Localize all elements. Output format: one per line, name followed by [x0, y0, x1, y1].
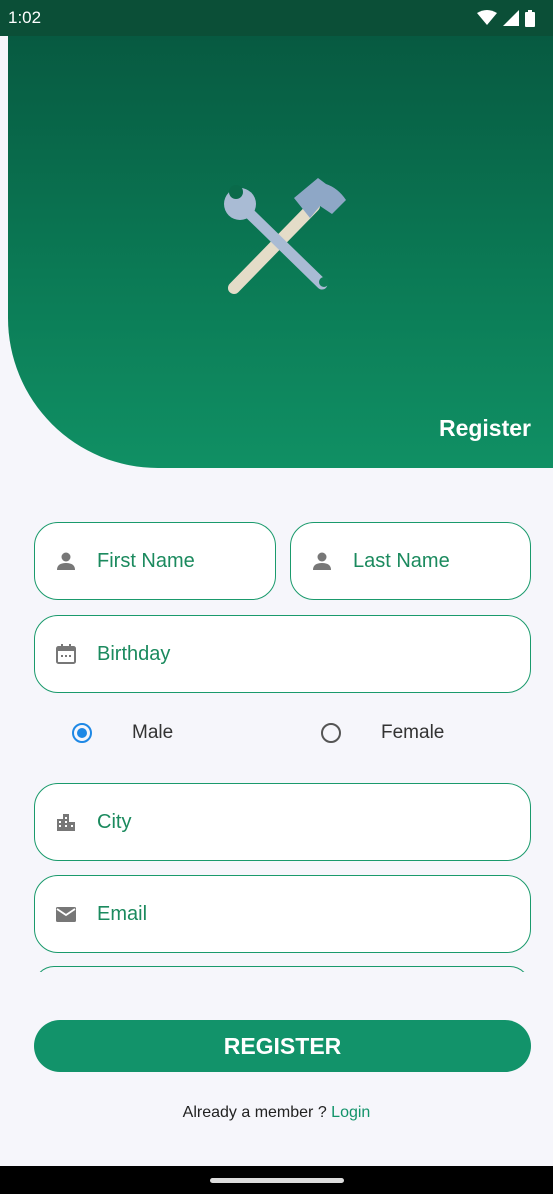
city-label: City: [97, 810, 132, 833]
mail-icon: [53, 901, 79, 927]
email-label: Email: [97, 902, 148, 925]
page-title: Register: [438, 415, 531, 441]
login-prompt: Already a member ? Login: [0, 1104, 553, 1122]
register-button[interactable]: REGISTER: [34, 1020, 531, 1072]
last-name-label: Last Name: [353, 549, 450, 572]
calendar-icon: [53, 641, 79, 667]
email-field[interactable]: Email: [34, 875, 531, 953]
female-label: Female: [381, 722, 445, 743]
male-radio[interactable]: Male: [72, 722, 173, 744]
status-time: 1:02: [8, 8, 42, 27]
radio-unselected-icon: [321, 723, 341, 743]
battery-icon: [525, 9, 535, 27]
login-prompt-text: Already a member ?: [182, 1104, 327, 1121]
home-handle[interactable]: [210, 1178, 344, 1183]
birthday-label: Birthday: [97, 642, 171, 665]
first-name-field[interactable]: First Name: [34, 522, 276, 600]
login-link[interactable]: Login: [331, 1104, 370, 1121]
person-icon: [309, 548, 335, 574]
header-banner: Register: [8, 36, 553, 468]
city-icon: [53, 809, 79, 835]
first-name-label: First Name: [97, 549, 195, 572]
status-icons: [477, 9, 535, 27]
navigation-bar: [0, 1166, 553, 1194]
radio-selected-icon: [72, 723, 92, 743]
tools-icon: [224, 178, 346, 294]
status-bar: 1:02: [0, 0, 553, 36]
wifi-icon: [477, 10, 497, 25]
person-icon: [53, 548, 79, 574]
scroll-edge: [0, 972, 553, 986]
last-name-field[interactable]: Last Name: [290, 522, 531, 600]
gender-radio-group: Male Female: [0, 712, 553, 752]
birthday-field[interactable]: Birthday: [34, 615, 531, 693]
male-label: Male: [132, 722, 174, 743]
city-field[interactable]: City: [34, 783, 531, 861]
signal-icon: [503, 10, 519, 26]
female-radio[interactable]: Female: [321, 722, 444, 744]
